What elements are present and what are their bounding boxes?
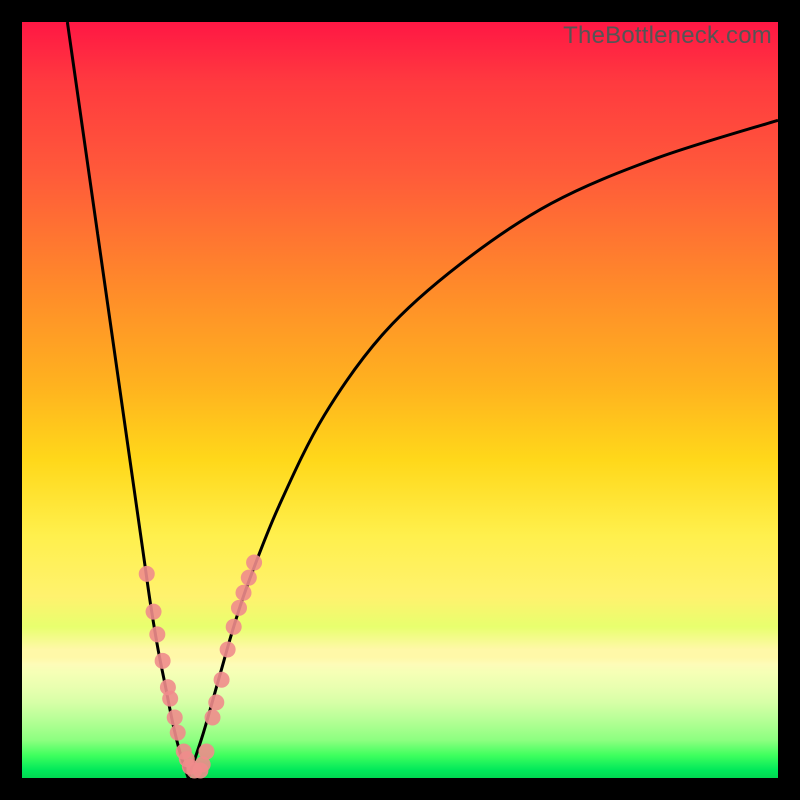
chart-frame: TheBottleneck.com <box>0 0 800 800</box>
curve-marker <box>167 710 183 726</box>
curve-marker <box>146 604 162 620</box>
bottleneck-curve <box>22 22 778 778</box>
curve-marker <box>220 641 236 657</box>
curve-marker <box>226 619 242 635</box>
curve-marker <box>149 626 165 642</box>
curve-marker <box>162 691 178 707</box>
curve-marker <box>208 694 224 710</box>
curve-right-branch <box>188 120 778 778</box>
curve-marker <box>241 570 257 586</box>
curve-marker <box>155 653 171 669</box>
curve-marker <box>214 672 230 688</box>
curve-marker <box>246 555 262 571</box>
curve-marker <box>231 600 247 616</box>
curve-marker <box>205 710 221 726</box>
curve-left-branch <box>67 22 188 778</box>
curve-marker <box>139 566 155 582</box>
curve-marker <box>198 744 214 760</box>
curve-marker <box>236 585 252 601</box>
plot-area: TheBottleneck.com <box>22 22 778 778</box>
curve-marker <box>170 725 186 741</box>
curve-group <box>67 22 778 778</box>
